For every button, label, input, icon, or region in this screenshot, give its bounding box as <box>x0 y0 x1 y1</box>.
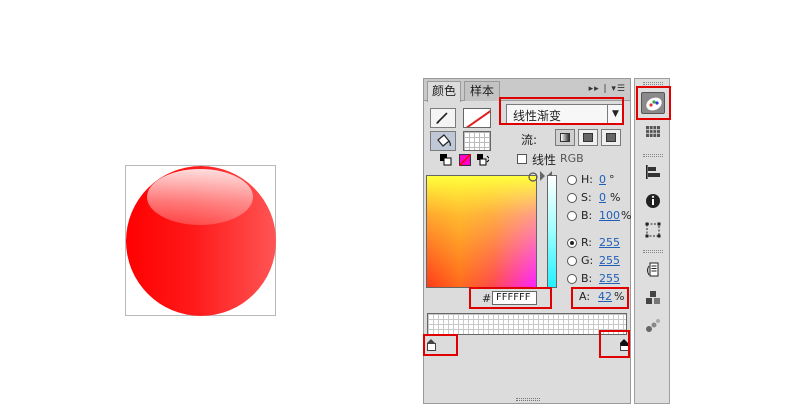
linear-rgb-checkbox[interactable] <box>517 154 527 164</box>
brightness-value[interactable]: 100 <box>599 209 620 222</box>
default-colors-icon[interactable] <box>440 154 452 166</box>
components-icon <box>646 291 660 304</box>
hue-radio[interactable] <box>567 175 577 185</box>
brightness-label: B: <box>581 209 593 222</box>
transform-icon <box>645 222 661 238</box>
align-panel-button[interactable] <box>641 161 665 183</box>
green-label: G: <box>581 254 594 267</box>
highlight-hex <box>469 287 552 309</box>
gradient-bar[interactable] <box>427 313 627 335</box>
blue-radio[interactable] <box>567 274 577 284</box>
sphere-highlight <box>147 169 253 225</box>
overflow-extend-button[interactable] <box>555 129 575 146</box>
tab-color[interactable]: 颜色 <box>427 81 461 102</box>
no-color-icon[interactable] <box>459 154 471 166</box>
stroke-swatch[interactable] <box>463 108 491 128</box>
swatches-panel-button[interactable] <box>641 121 665 143</box>
rgb-label: RGB <box>560 152 584 165</box>
linear-label: 线性 <box>532 153 557 167</box>
brightness-radio[interactable] <box>567 211 577 221</box>
info-panel-button[interactable] <box>641 190 665 212</box>
green-value[interactable]: 255 <box>599 254 620 267</box>
brightness-slider[interactable] <box>547 175 557 288</box>
brightness-unit: % <box>621 209 632 222</box>
red-label: R: <box>581 236 593 249</box>
transform-panel-button[interactable] <box>641 219 665 241</box>
paint-bucket-icon <box>437 134 451 147</box>
swap-colors-icon[interactable] <box>477 154 489 166</box>
highlight-alpha <box>571 287 629 309</box>
panel-menu-icon[interactable]: ▸▸ | ▾☰ <box>589 84 626 94</box>
highlight-right-stop <box>599 330 630 358</box>
library-icon <box>647 262 659 277</box>
components-panel-button[interactable] <box>641 287 665 309</box>
fill-swatch[interactable] <box>463 131 491 151</box>
overflow-label: 流: <box>521 133 538 147</box>
hue-unit: ° <box>609 173 615 186</box>
green-radio[interactable] <box>567 256 577 266</box>
color-spectrum[interactable] <box>426 175 537 288</box>
dock-toolbar <box>634 78 670 404</box>
stroke-color-button[interactable] <box>430 108 456 128</box>
toolbar-grip[interactable] <box>643 154 663 157</box>
pencil-icon <box>436 112 448 124</box>
highlight-left-stop <box>423 334 458 356</box>
tab-swatches[interactable]: 样本 <box>464 81 500 101</box>
swatches-icon <box>646 126 660 137</box>
saturation-radio[interactable] <box>567 193 577 203</box>
blue-value[interactable]: 255 <box>599 272 620 285</box>
red-sphere[interactable] <box>126 166 276 316</box>
saturation-value[interactable]: 0 <box>599 191 606 204</box>
stage-canvas[interactable] <box>125 165 276 316</box>
highlight-fill-type <box>499 97 624 125</box>
hue-label: H: <box>581 173 593 186</box>
hue-value[interactable]: 0 <box>599 173 606 186</box>
motion-panel-button[interactable] <box>641 314 665 336</box>
saturation-label: S: <box>581 191 592 204</box>
red-radio[interactable] <box>567 238 577 248</box>
blue-label: B: <box>581 272 593 285</box>
toolbar-grip[interactable] <box>643 250 663 253</box>
toolbar-grip[interactable] <box>643 82 663 85</box>
overflow-repeat-button[interactable] <box>601 129 621 146</box>
info-icon <box>646 194 660 208</box>
red-value[interactable]: 255 <box>599 236 620 249</box>
saturation-unit: % <box>610 191 621 204</box>
highlight-color-button <box>636 86 671 120</box>
fill-color-button[interactable] <box>430 131 456 151</box>
align-icon <box>646 165 660 179</box>
library-panel-button[interactable] <box>641 259 665 281</box>
motion-icon <box>646 319 660 332</box>
panel-resize-grip[interactable] <box>516 398 540 401</box>
overflow-reflect-button[interactable] <box>578 129 598 146</box>
